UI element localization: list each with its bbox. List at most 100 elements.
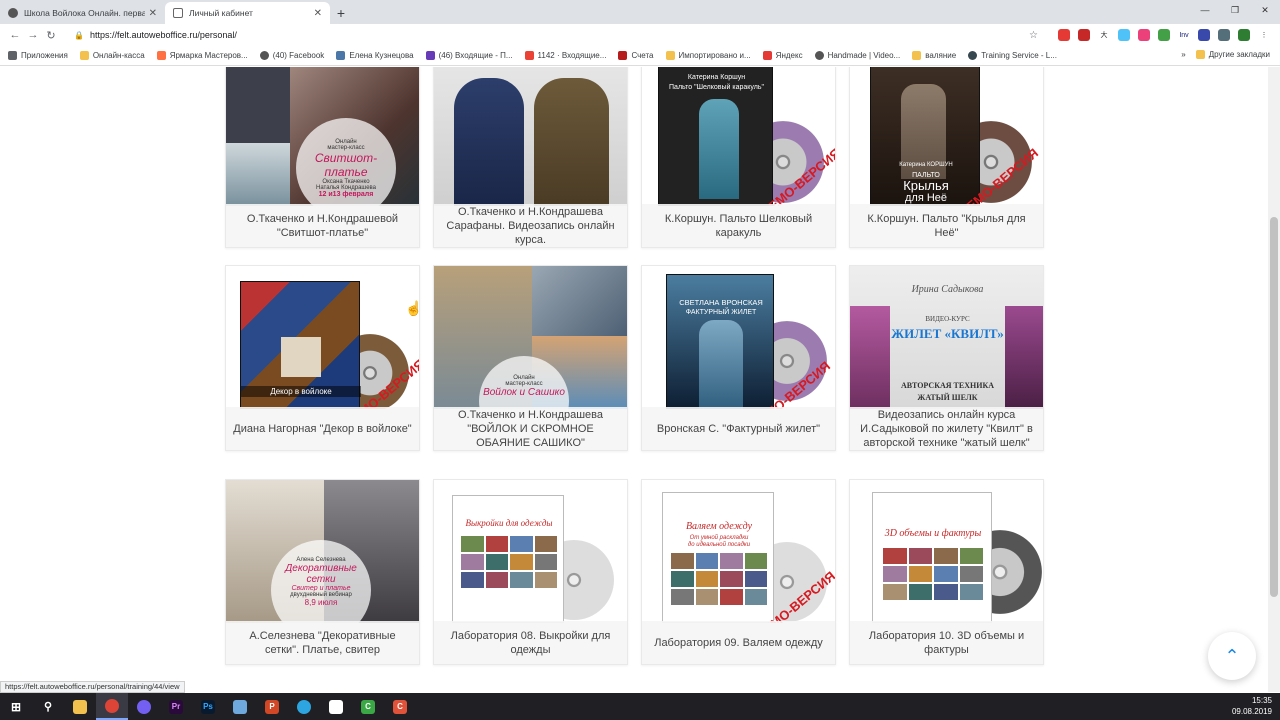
reload-icon[interactable]: ↻ xyxy=(42,29,60,42)
minimize-icon[interactable]: — xyxy=(1190,0,1220,22)
cast-extension-icon[interactable] xyxy=(1118,29,1130,41)
window-close-icon[interactable]: ✕ xyxy=(1250,0,1280,22)
course-card[interactable]: Выкройки для одежды Лаборатория 08. Выкр… xyxy=(433,479,628,665)
other-bookmarks[interactable]: » Другие закладки xyxy=(1181,50,1270,59)
course-title[interactable]: К.Коршун. Пальто Шелковый каракуль xyxy=(642,204,835,247)
course-title[interactable]: Лаборатория 09. Валяем одежду xyxy=(642,621,835,664)
status-link-url: https://felt.autoweboffice.ru/personal/t… xyxy=(0,681,185,693)
scrollbar-thumb[interactable] xyxy=(1270,217,1278,597)
translate-extension-icon[interactable]: 大 xyxy=(1098,29,1110,41)
taskbar-viber[interactable] xyxy=(128,693,160,720)
course-card[interactable]: Онлайн мастер-класс Войлок и Сашико О.Тк… xyxy=(433,265,628,451)
bookmark-item[interactable]: Елена Кузнецова xyxy=(336,51,414,60)
taskbar-telegram[interactable] xyxy=(288,693,320,720)
taskbar-camtasia[interactable]: C xyxy=(352,693,384,720)
site-favicon-icon xyxy=(8,8,18,18)
gmail-icon xyxy=(524,51,534,60)
course-card[interactable]: Онлайн мастер-класс Свитшот- платье Окса… xyxy=(225,67,420,248)
course-thumbnail: Валяем одежду От умной раскладки до идеа… xyxy=(642,480,835,623)
profile-extension-icon[interactable] xyxy=(1218,29,1230,41)
bookmark-item[interactable]: (46) Входящие - П... xyxy=(425,51,513,60)
opera-extension-icon[interactable] xyxy=(1058,29,1070,41)
viber-icon xyxy=(137,699,151,714)
course-thumbnail: Онлайн мастер-класс Войлок и Сашико xyxy=(434,266,627,409)
box-cover: Выкройки для одежды xyxy=(452,495,564,623)
close-icon[interactable]: ✕ xyxy=(314,8,322,19)
course-title[interactable]: О.Ткаченко и Н.Кондрашевой "Свитшот-плат… xyxy=(226,204,419,247)
taskbar-recorder[interactable]: C xyxy=(384,693,416,720)
course-title[interactable]: Видеозапись онлайн курса И.Садыковой по … xyxy=(850,407,1043,450)
address-bar[interactable]: 🔒 https://felt.autoweboffice.ru/personal… xyxy=(66,26,1046,44)
red-extension-icon[interactable] xyxy=(1078,29,1090,41)
course-card[interactable]: Декор в войлоке ДЕМО-ВЕРСИЯ Диана Нагорн… xyxy=(225,265,420,451)
windows-icon: ⊞ xyxy=(10,699,22,714)
taskbar-explorer[interactable] xyxy=(64,693,96,720)
back-icon[interactable]: ← xyxy=(6,29,24,41)
vk-icon xyxy=(336,51,346,60)
menu-icon[interactable]: ⋮ xyxy=(1258,29,1270,41)
bookmark-item[interactable]: Ярмарка Мастеров... xyxy=(156,51,248,60)
course-title[interactable]: О.Ткаченко и Н.Кондрашева Сарафаны. Виде… xyxy=(434,204,627,247)
chevron-right-icon[interactable]: » xyxy=(1181,50,1185,59)
bookmark-star-icon[interactable]: ☆ xyxy=(1029,30,1038,41)
course-card[interactable]: Катерина КОРШУН ПАЛЬТО Крылья для Неё ДЕ… xyxy=(849,67,1044,248)
new-tab-button[interactable]: + xyxy=(330,2,352,24)
course-title[interactable]: К.Коршун. Пальто "Крылья для Неё" xyxy=(850,204,1043,247)
bookmark-item[interactable]: Импортировано и... xyxy=(665,51,751,60)
close-icon[interactable]: ✕ xyxy=(149,8,157,19)
course-title[interactable]: А.Селезнева "Декоративные сетки". Платье… xyxy=(226,621,419,664)
course-thumbnail: Декор в войлоке ДЕМО-ВЕРСИЯ xyxy=(226,266,419,409)
photos-icon xyxy=(329,699,343,714)
folder-icon xyxy=(79,51,89,60)
taskbar-photos[interactable] xyxy=(320,693,352,720)
bookmark-item[interactable]: Счета xyxy=(618,51,654,60)
restore-icon[interactable]: ❐ xyxy=(1220,0,1250,22)
search-button[interactable]: ⚲ xyxy=(32,693,64,720)
green-extension-icon[interactable] xyxy=(1158,29,1170,41)
course-title[interactable]: Вронская С. "Фактурный жилет" xyxy=(642,407,835,450)
course-card[interactable]: 3D объемы и фактуры Лаборатория 10. 3D о… xyxy=(849,479,1044,665)
bookmark-item[interactable]: Handmade | Video... xyxy=(814,51,900,60)
course-title[interactable]: О.Ткаченко и Н.Кондрашева "ВОЙЛОК И СКРО… xyxy=(434,407,627,450)
inv-extension-icon[interactable]: Inv xyxy=(1178,29,1190,41)
dvd-cover: Декор в войлоке xyxy=(240,281,361,409)
taskbar-powerpoint[interactable]: P xyxy=(256,693,288,720)
course-card[interactable]: Алена Селезнева Декоративные сетки Свите… xyxy=(225,479,420,665)
bookmark-item[interactable]: Приложения xyxy=(8,51,68,60)
globe-icon xyxy=(259,51,269,60)
folder-icon xyxy=(665,51,675,60)
bookmark-item[interactable]: (40) Facebook xyxy=(259,51,324,60)
course-card[interactable]: Катерина Коршун Пальто "Шелковый каракул… xyxy=(641,67,836,248)
lock-icon: 🔒 xyxy=(74,30,84,40)
course-title[interactable]: Диана Нагорная "Декор в войлоке" xyxy=(226,407,419,450)
tab-felt-school[interactable]: Школа Войлока Онлайн. первая ✕ xyxy=(0,2,165,24)
app-icon xyxy=(233,699,247,714)
start-button[interactable]: ⊞ xyxy=(0,693,32,720)
bookmark-item[interactable]: Training Service - L... xyxy=(968,51,1057,60)
taskbar-chrome[interactable] xyxy=(96,693,128,720)
account-icon[interactable] xyxy=(1238,29,1250,41)
course-card[interactable]: Ирина Садыкова ВИДЕО-КУРС ЖИЛЕТ «КВИЛТ» … xyxy=(849,265,1044,451)
course-title[interactable]: Лаборатория 10. 3D объемы и фактуры xyxy=(850,621,1043,664)
page-scrollbar[interactable] xyxy=(1268,67,1280,692)
pink-extension-icon[interactable] xyxy=(1138,29,1150,41)
course-card[interactable]: О.Ткаченко и Н.Кондрашева Сарафаны. Виде… xyxy=(433,67,628,248)
course-thumbnail xyxy=(434,67,627,206)
course-card[interactable]: СВЕТЛАНА ВРОНСКАЯ ФАКТУРНЫЙ ЖИЛЕТ ДЕМО-В… xyxy=(641,265,836,451)
system-clock[interactable]: 15:35 09.08.2019 xyxy=(1232,695,1272,717)
taskbar-premiere[interactable]: Pr xyxy=(160,693,192,720)
bookmark-item[interactable]: валяние xyxy=(912,51,956,60)
bookmark-item[interactable]: Онлайн-касса xyxy=(79,51,145,60)
course-card[interactable]: Валяем одежду От умной раскладки до идеа… xyxy=(641,479,836,665)
course-thumbnail: Катерина КОРШУН ПАЛЬТО Крылья для Неё ДЕ… xyxy=(850,67,1043,206)
bookmark-item[interactable]: 1142 · Входящие... xyxy=(524,51,606,60)
folder-icon xyxy=(73,699,87,714)
blue-extension-icon[interactable] xyxy=(1198,29,1210,41)
taskbar-app[interactable] xyxy=(224,693,256,720)
taskbar-photoshop[interactable]: Ps xyxy=(192,693,224,720)
tab-personal-cabinet[interactable]: Личный кабинет ✕ xyxy=(165,2,330,24)
forward-icon[interactable]: → xyxy=(24,29,42,41)
bookmark-item[interactable]: Яндекс xyxy=(762,51,803,60)
course-title[interactable]: Лаборатория 08. Выкройки для одежды xyxy=(434,621,627,664)
back-to-top-button[interactable]: ⌃ xyxy=(1208,632,1256,680)
